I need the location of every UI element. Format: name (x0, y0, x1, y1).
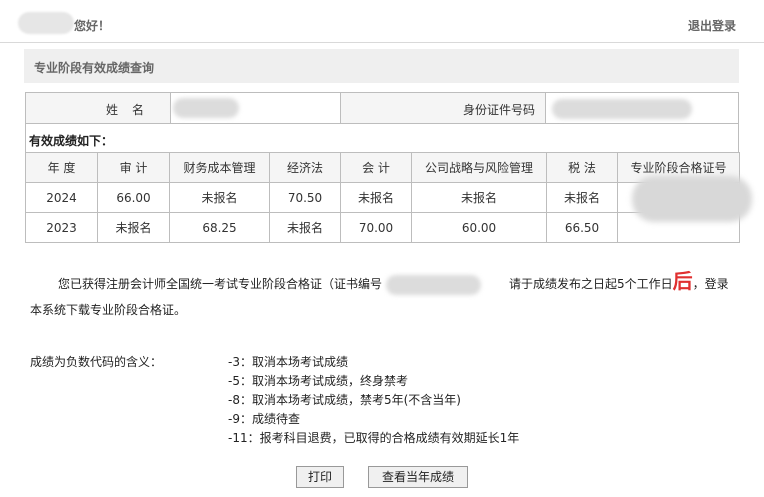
certificate-no-redacted (632, 176, 752, 222)
cell-financial-cost-mgmt: 68.25 (169, 212, 270, 243)
notice-red-highlight: 后 (672, 269, 693, 293)
col-strategy-risk: 公司战略与风险管理 (411, 152, 547, 183)
cell-tax-law: 未报名 (546, 182, 618, 213)
code-item: -9：成绩待查 (228, 412, 300, 426)
id-label: 身份证件号码 (462, 103, 535, 117)
name-label: 姓名 (105, 103, 158, 117)
candidate-info: 姓名 身份证件号码 (25, 92, 739, 124)
name-label-cell: 姓名 (26, 93, 171, 123)
cell-strategy-risk: 60.00 (411, 212, 547, 243)
username-redacted (18, 12, 74, 34)
col-audit: 审 计 (97, 152, 170, 183)
col-accounting: 会 计 (340, 152, 412, 183)
code-item: -5：取消本场考试成绩，终身禁考 (228, 374, 408, 388)
notice-part2: 请于成绩发布之日起5个工作日 (509, 277, 673, 291)
view-current-year-button[interactable]: 查看当年成绩 (368, 466, 468, 488)
col-economic-law: 经济法 (269, 152, 341, 183)
logout-link[interactable]: 退出登录 (688, 17, 736, 34)
scores-caption: 有效成绩如下： (29, 134, 114, 148)
col-tax-law: 税 法 (546, 152, 618, 183)
id-value-cell (546, 93, 738, 123)
top-bar: 您好！ 退出登录 (0, 0, 764, 43)
name-value-cell (171, 93, 341, 123)
negative-codes-list: -3：取消本场考试成绩 -5：取消本场考试成绩，终身禁考 -8：取消本场考试成绩… (228, 353, 519, 448)
code-item: -11：报考科目退费，已取得的合格成绩有效期延长1年 (228, 431, 520, 445)
cell-accounting: 未报名 (340, 182, 412, 213)
cell-economic-law: 70.50 (269, 182, 341, 213)
code-item: -3：取消本场考试成绩 (228, 355, 348, 369)
cell-strategy-risk: 未报名 (411, 182, 547, 213)
cell-year: 2024 (25, 182, 98, 213)
scores-caption-row: 有效成绩如下： (25, 124, 739, 152)
col-financial-cost-mgmt: 财务成本管理 (169, 152, 270, 183)
name-redacted (173, 98, 239, 118)
cell-financial-cost-mgmt: 未报名 (169, 182, 270, 213)
cell-economic-law: 未报名 (269, 212, 341, 243)
greeting-text: 您好！ (74, 19, 111, 33)
cell-audit: 66.00 (97, 182, 170, 213)
certificate-notice: 您已获得注册会计师全国统一考试专业阶段合格证（证书编号 请于成绩发布之日起5个工作… (30, 268, 730, 323)
id-label-cell: 身份证件号码 (341, 93, 546, 123)
print-button[interactable]: 打印 (296, 466, 344, 488)
code-item: -8：取消本场考试成绩，禁考5年(不含当年) (228, 393, 461, 407)
certificate-no-inline-redacted (386, 274, 482, 295)
id-redacted (552, 99, 692, 119)
table-row: 2023 未报名 68.25 未报名 70.00 60.00 66.50 (25, 212, 740, 243)
page-title: 专业阶段有效成绩查询 (34, 61, 155, 75)
section-title-bar: 专业阶段有效成绩查询 (24, 49, 739, 83)
notice-part1: 您已获得注册会计师全国统一考试专业阶段合格证（证书编号 (58, 277, 383, 291)
cell-accounting: 70.00 (340, 212, 412, 243)
col-year: 年 度 (25, 152, 98, 183)
cell-tax-law: 66.50 (546, 212, 618, 243)
negative-codes-label: 成绩为负数代码的含义： (30, 355, 163, 369)
table-header-row: 年 度 审 计 财务成本管理 经济法 会 计 公司战略与风险管理 税 法 专业阶… (25, 152, 740, 183)
cell-audit: 未报名 (97, 212, 170, 243)
cell-year: 2023 (25, 212, 98, 243)
